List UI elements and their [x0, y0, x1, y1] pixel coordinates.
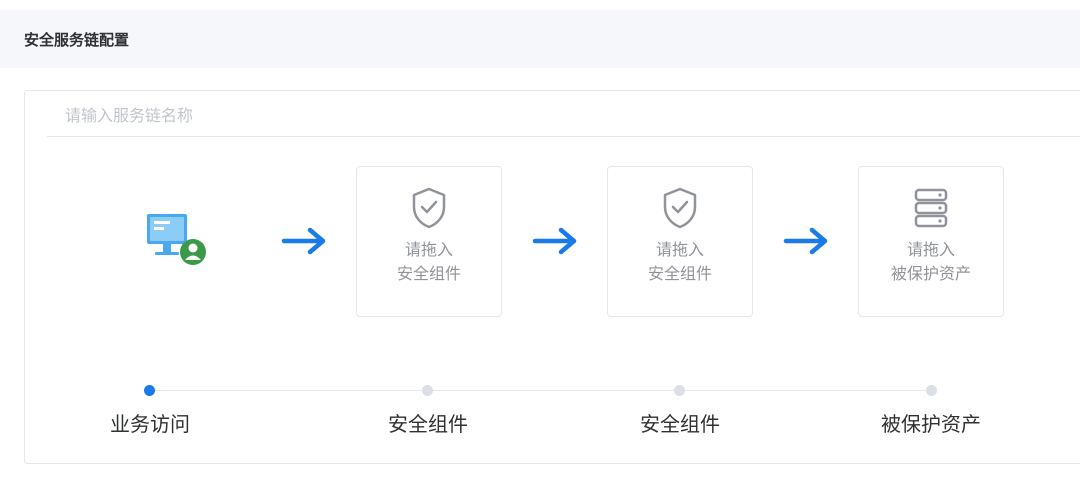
drop-zone-hint: 请拖入 安全组件 [396, 240, 461, 283]
shield-check-icon [663, 187, 697, 229]
computer-user-icon [147, 214, 206, 265]
page-title: 安全服务链配置 [24, 30, 130, 49]
step-dot-active [144, 385, 155, 396]
flow-arrow-icon [782, 226, 832, 256]
step-dot [422, 385, 433, 396]
drop-zone-hint: 请拖入 安全组件 [647, 240, 712, 283]
step-dot [926, 385, 937, 396]
step-label-protected-asset: 被保护资产 [881, 412, 981, 436]
chain-name-input[interactable] [47, 95, 1080, 137]
shield-check-icon [412, 187, 446, 229]
step-dot [674, 385, 685, 396]
steps-track [150, 390, 932, 391]
flow-arrow-icon [280, 226, 330, 256]
server-icon [914, 188, 948, 228]
page-header: 安全服务链配置 [0, 10, 1080, 68]
security-component-drop-zone[interactable]: 请拖入 安全组件 [607, 166, 753, 317]
flow-arrow-icon [531, 226, 581, 256]
step-label-security-component: 安全组件 [640, 412, 720, 436]
step-label-business-access: 业务访问 [110, 412, 190, 436]
drop-zone-hint: 请拖入 被保护资产 [890, 240, 971, 283]
business-access-node[interactable] [141, 210, 211, 270]
protected-asset-drop-zone[interactable]: 请拖入 被保护资产 [858, 166, 1004, 317]
security-component-drop-zone[interactable]: 请拖入 安全组件 [356, 166, 502, 317]
step-label-security-component: 安全组件 [388, 412, 468, 436]
